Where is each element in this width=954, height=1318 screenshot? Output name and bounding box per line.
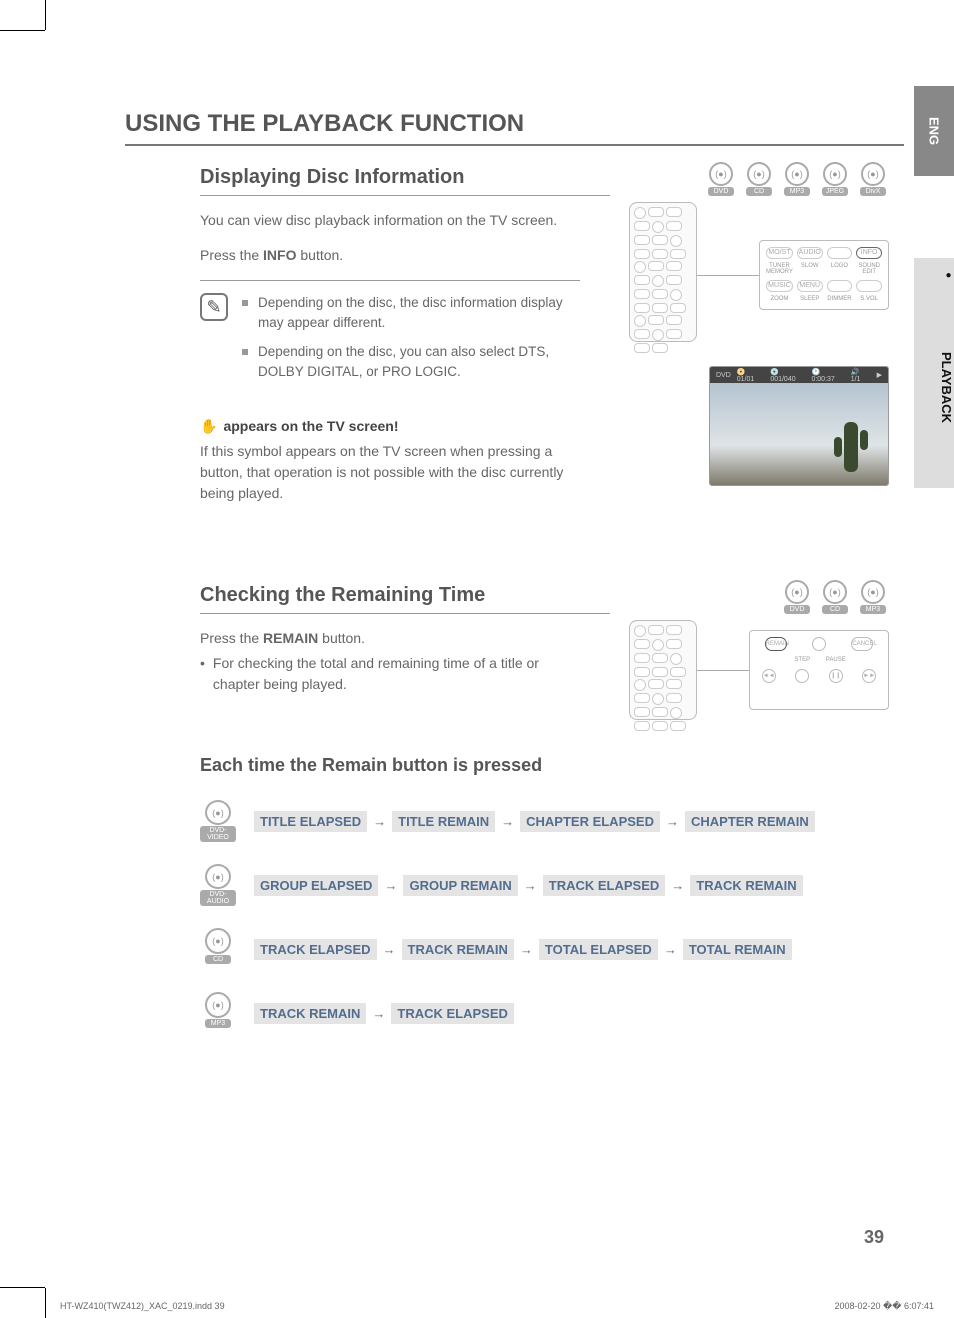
remote-illustration <box>629 202 697 342</box>
warning-body: If this symbol appears on the TV screen … <box>200 441 580 504</box>
tv-info-bar: DVD📀 01/01💿 001/040🕐 0:00:37🔊 1/1▶ <box>710 367 888 383</box>
disc-badge-dvd-audio: (●)DVD-AUDIO <box>200 864 236 906</box>
disc-badge-jpeg: (●)JPEG <box>819 162 851 200</box>
disc-badge-divx: (●)DivX <box>857 162 889 200</box>
cycle-row: (●)CD TRACK ELAPSED→TRACK REMAIN→TOTAL EL… <box>200 928 904 970</box>
footer-file: HT-WZ410(TWZ412)_XAC_0219.indd 39 <box>60 1301 225 1312</box>
cycle-sequence: TITLE ELAPSED→TITLE REMAIN→CHAPTER ELAPS… <box>254 811 815 832</box>
tv-screen-preview: DVD📀 01/01💿 001/040🕐 0:00:37🔊 1/1▶ <box>709 366 889 486</box>
tv-scene <box>710 383 888 486</box>
bullet-text: For checking the total and remaining tim… <box>200 653 580 695</box>
cycle-sequence: TRACK ELAPSED→TRACK REMAIN→TOTAL ELAPSED… <box>254 939 792 960</box>
disc-badge-dvd-video: (●)DVD-VIDEO <box>200 800 236 842</box>
disc-badge-dvd: (●)DVD <box>781 580 813 618</box>
remote-detail-remain: REMAINCANCELSTEPPAUSE◄◄❙❙►► <box>749 630 889 710</box>
disc-badge-cd: (●)CD <box>200 928 236 970</box>
remote-detail-info: MO/STAUDIOINFOTUNER MEMORYSLOWLOGOSOUND … <box>759 240 889 310</box>
note-box: ✎ Depending on the disc, the disc inform… <box>200 280 580 390</box>
cycle-row: (●)DVD-AUDIO GROUP ELAPSED→GROUP REMAIN→T… <box>200 864 904 906</box>
note-item: Depending on the disc, you can also sele… <box>242 342 580 383</box>
disc-badge-dvd: (●)DVD <box>705 162 737 200</box>
disc-type-badges: (●)DVD(●)CD(●)MP3(●)JPEG(●)DivX <box>705 162 889 200</box>
page-number: 39 <box>864 1227 884 1248</box>
disc-type-badges: (●)DVD(●)CD(●)MP3 <box>781 580 889 618</box>
remote-remain-figure: REMAINCANCELSTEPPAUSE◄◄❙❙►► <box>629 620 889 720</box>
print-footer: HT-WZ410(TWZ412)_XAC_0219.indd 39 2008-0… <box>60 1301 934 1312</box>
disc-badge-cd: (●)CD <box>819 580 851 618</box>
footer-date: 2008-02-20 �� 6:07:41 <box>834 1301 934 1312</box>
section-remain-cycle: Each time the Remain button is pressed (… <box>200 755 904 1034</box>
main-title: USING THE PLAYBACK FUNCTION <box>125 110 904 146</box>
disc-badge-mp3: (●)MP3 <box>781 162 813 200</box>
section-displaying-disc-info: (●)DVD(●)CD(●)MP3(●)JPEG(●)DivX Displayi… <box>200 166 904 504</box>
remote-illustration <box>629 620 697 720</box>
cycle-row: (●)DVD-VIDEO TITLE ELAPSED→TITLE REMAIN→C… <box>200 800 904 842</box>
section-title: Displaying Disc Information <box>200 166 610 196</box>
note-item: Depending on the disc, the disc informat… <box>242 293 580 334</box>
cycle-sequence: GROUP ELAPSED→GROUP REMAIN→TRACK ELAPSED… <box>254 875 803 896</box>
disc-badge-cd: (●)CD <box>743 162 775 200</box>
section-remaining-time: (●)DVD(●)CD(●)MP3 Checking the Remaining… <box>200 584 904 695</box>
cycle-sequence: TRACK REMAIN→TRACK ELAPSED <box>254 1003 514 1024</box>
disc-badge-mp3: (●)MP3 <box>200 992 236 1034</box>
remote-info-figure: MO/STAUDIOINFOTUNER MEMORYSLOWLOGOSOUND … <box>629 202 889 347</box>
subsection-title: Each time the Remain button is pressed <box>200 755 904 776</box>
cycle-row: (●)MP3 TRACK REMAIN→TRACK ELAPSED <box>200 992 904 1034</box>
note-icon: ✎ <box>200 293 228 321</box>
disc-badge-mp3: (●)MP3 <box>857 580 889 618</box>
section-title: Checking the Remaining Time <box>200 584 610 614</box>
warning-title: appears on the TV screen! <box>200 418 580 435</box>
cactus-illustration <box>844 422 858 472</box>
